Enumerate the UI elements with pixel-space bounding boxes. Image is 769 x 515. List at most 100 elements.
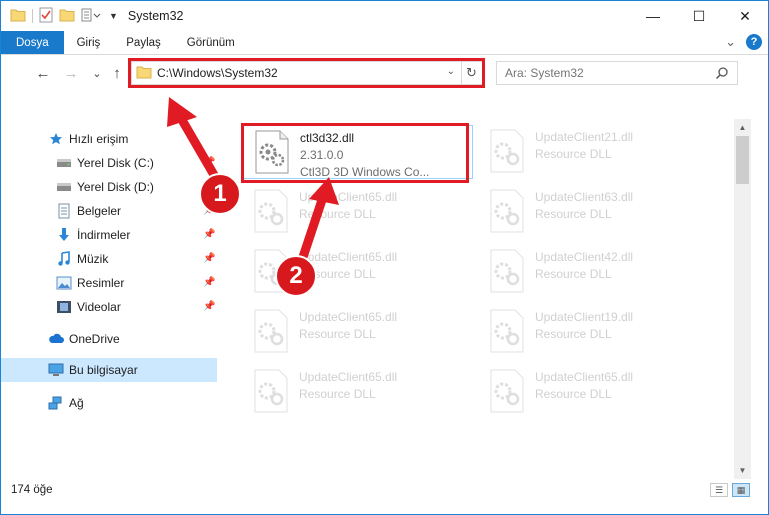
sidebar-item-onedrive[interactable]: OneDrive (1, 327, 217, 351)
sidebar-item-network[interactable]: Ağ (1, 391, 217, 415)
sidebar-item-label: Müzik (77, 252, 109, 266)
folder-icon (10, 8, 26, 25)
download-icon (56, 227, 72, 243)
search-icon[interactable] (715, 66, 729, 83)
title-bar: ▼ System32 — ☐ ✕ (1, 1, 768, 31)
tab-view[interactable]: Görünüm (174, 31, 248, 54)
sidebar-item-label: Resimler (77, 276, 125, 290)
sidebar-item-videos[interactable]: Videolar 📌 (1, 295, 217, 319)
file-item[interactable]: UpdateClient65.dll Resource DLL (243, 185, 473, 239)
step-2-badge: 2 (275, 255, 317, 297)
file-version: 2.31.0.0 (300, 148, 344, 162)
search-box[interactable] (496, 61, 738, 85)
customize-toolbar-icon[interactable]: ▼ (109, 11, 118, 21)
dll-file-icon (489, 189, 529, 235)
vertical-scrollbar[interactable]: ▲ ▼ (734, 119, 751, 479)
scroll-up-icon[interactable]: ▲ (734, 119, 751, 136)
expand-ribbon-icon[interactable]: ⌄ (725, 34, 736, 50)
sidebar-item-label: Yerel Disk (D:) (77, 180, 154, 194)
music-icon (56, 251, 72, 267)
sidebar-item-label: Ağ (69, 396, 84, 410)
pin-icon[interactable]: 📌 (203, 253, 215, 264)
new-folder-icon[interactable] (59, 8, 75, 25)
file-type: Resource DLL (299, 387, 376, 401)
file-name: UpdateClient65.dll (299, 310, 398, 324)
pin-icon[interactable]: 📌 (203, 157, 215, 168)
dll-file-icon (254, 130, 294, 176)
drive-icon (56, 179, 72, 195)
file-item[interactable]: UpdateClient42.dll Resource DLL (479, 245, 709, 299)
pin-icon[interactable]: 📌 (203, 229, 215, 240)
address-bar[interactable]: C:\Windows\System32 ⌄ (131, 61, 462, 85)
sidebar-item-music[interactable]: Müzik 📌 (1, 247, 217, 271)
close-button[interactable]: ✕ (722, 1, 768, 31)
scroll-down-icon[interactable]: ▼ (734, 462, 751, 479)
address-path[interactable]: C:\Windows\System32 (157, 66, 278, 80)
file-name: UpdateClient63.dll (535, 190, 634, 204)
navigation-bar: ← → ⌄ ↑ C:\Windows\System32 ⌄ ↻ (1, 55, 768, 91)
scroll-thumb[interactable] (736, 136, 749, 184)
file-item[interactable]: UpdateClient65.dll Resource DLL (479, 365, 709, 419)
tab-home[interactable]: Giriş (64, 31, 114, 54)
file-item[interactable]: UpdateClient63.dll Resource DLL (479, 185, 709, 239)
file-description: Ctl3D 3D Windows Co... (300, 165, 430, 179)
refresh-button[interactable]: ↻ (461, 61, 483, 85)
sidebar-item-label: Yerel Disk (C:) (77, 156, 154, 170)
help-icon[interactable]: ? (746, 34, 762, 50)
properties-icon[interactable] (39, 7, 53, 26)
step-1-badge: 1 (199, 173, 241, 215)
pin-icon[interactable]: 📌 (203, 301, 215, 312)
sidebar-item-this-pc[interactable]: Bu bilgisayar (1, 358, 217, 382)
sidebar-item-quick-access[interactable]: Hızlı erişim (1, 127, 217, 151)
chevron-down-icon[interactable]: ⌄ (447, 66, 455, 77)
forward-button[interactable]: → (59, 61, 83, 85)
file-name: UpdateClient65.dll (299, 370, 398, 384)
star-icon (48, 131, 64, 147)
sidebar-item-local-disk-c[interactable]: Yerel Disk (C:) 📌 (1, 151, 217, 175)
file-type: Resource DLL (299, 207, 376, 221)
search-input[interactable] (505, 66, 705, 80)
file-type: Resource DLL (535, 267, 612, 281)
sidebar-item-pictures[interactable]: Resimler 📌 (1, 271, 217, 295)
item-count: 174 öğe (11, 484, 53, 496)
navigation-pane: Hızlı erişim Yerel Disk (C:) 📌 Yerel Dis… (1, 121, 217, 467)
quick-access-toolbar: ▼ (1, 7, 118, 26)
explorer-window: ▼ System32 — ☐ ✕ Dosya Giriş Paylaş Görü… (0, 0, 769, 515)
maximize-button[interactable]: ☐ (676, 1, 722, 31)
file-item[interactable]: UpdateClient21.dll Resource DLL (479, 125, 709, 179)
tab-file[interactable]: Dosya (1, 31, 64, 54)
window-title: System32 (127, 9, 184, 23)
dll-file-icon (489, 249, 529, 295)
file-name: UpdateClient65.dll (299, 190, 398, 204)
sidebar-item-label: Bu bilgisayar (69, 363, 138, 377)
file-name: ctl3d32.dll (300, 131, 355, 145)
file-type: Resource DLL (535, 387, 612, 401)
folder-icon (136, 65, 152, 82)
view-options-icon[interactable] (81, 8, 103, 25)
file-item[interactable]: UpdateClient65.dll Resource DLL (243, 365, 473, 419)
sidebar-item-downloads[interactable]: İndirmeler 📌 (1, 223, 217, 247)
tiles-view-icon[interactable]: ▦ (732, 483, 750, 497)
file-type: Resource DLL (299, 327, 376, 341)
tab-share[interactable]: Paylaş (113, 31, 174, 54)
details-view-icon[interactable]: ☰ (710, 483, 728, 497)
videos-icon (56, 299, 72, 315)
file-item[interactable]: UpdateClient19.dll Resource DLL (479, 305, 709, 359)
computer-icon (48, 362, 64, 378)
file-name: UpdateClient19.dll (535, 310, 634, 324)
back-button[interactable]: ← (31, 61, 55, 85)
sidebar-item-label: Belgeler (77, 204, 122, 218)
dll-file-icon (253, 189, 293, 235)
file-item-ctl3d32[interactable]: ctl3d32.dll 2.31.0.0 Ctl3D 3D Windows Co… (243, 125, 473, 179)
up-button[interactable]: ↑ (105, 61, 129, 85)
file-type: Resource DLL (535, 327, 612, 341)
file-item[interactable]: UpdateClient65.dll Resource DLL (243, 305, 473, 359)
divider (32, 9, 33, 23)
sidebar-item-label: Hızlı erişim (69, 132, 129, 146)
sidebar-item-documents[interactable]: Belgeler 📌 (1, 199, 217, 223)
minimize-button[interactable]: — (630, 1, 676, 31)
sidebar-item-label: Videolar (77, 300, 121, 314)
pin-icon[interactable]: 📌 (203, 277, 215, 288)
cloud-icon (48, 331, 64, 347)
sidebar-item-local-disk-d[interactable]: Yerel Disk (D:) 📌 (1, 175, 217, 199)
